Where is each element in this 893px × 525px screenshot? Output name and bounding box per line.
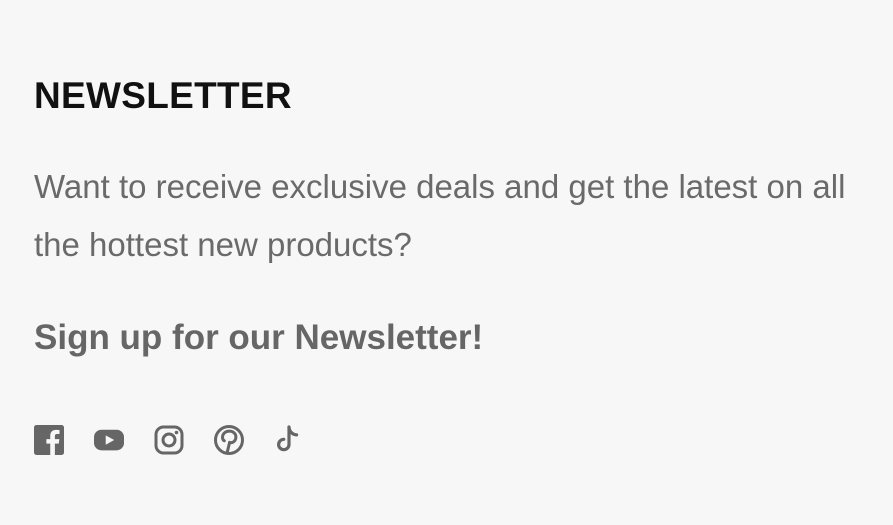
- newsletter-title: NEWSLETTER: [34, 75, 292, 116]
- facebook-icon: [34, 425, 64, 455]
- instagram-link[interactable]: [154, 424, 184, 456]
- newsletter-description: Want to receive exclusive deals and get …: [34, 168, 846, 263]
- pinterest-icon: [214, 425, 244, 455]
- tiktok-icon: [277, 425, 299, 452]
- tiktok-link[interactable]: [274, 424, 304, 456]
- newsletter-signup-text: Sign up for our Newsletter!: [34, 318, 484, 357]
- youtube-link[interactable]: [94, 424, 124, 456]
- social-links: [34, 424, 304, 456]
- facebook-link[interactable]: [34, 424, 64, 456]
- instagram-icon: [154, 425, 184, 455]
- youtube-icon: [94, 429, 124, 451]
- pinterest-link[interactable]: [214, 424, 244, 456]
